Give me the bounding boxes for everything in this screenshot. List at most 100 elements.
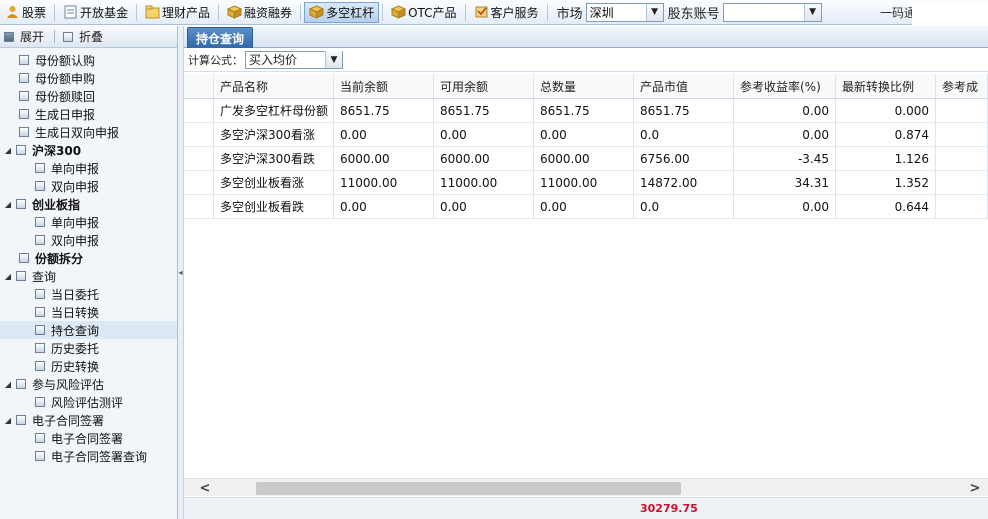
main-content: 持仓查询 计算公式： 买入均价 ▼ 产品名称 当前余额 可用余额 总数量 产品市… (184, 26, 988, 519)
column-header[interactable]: 总数量 (534, 74, 634, 98)
tree-item[interactable]: 生成日双向申报 (0, 123, 177, 141)
column-header[interactable]: 当前余额 (334, 74, 434, 98)
formula-value: 买入均价 (249, 53, 298, 67)
triangle-down-icon[interactable]: ◢ (3, 272, 13, 281)
table-row[interactable]: 多空沪深300看跌 6000.00 6000.00 6000.00 6756.0… (184, 147, 988, 171)
tree-item[interactable]: 双向申报 (0, 231, 177, 249)
triangle-down-icon[interactable]: ◢ (3, 416, 13, 425)
stock-button[interactable]: 股票 (0, 2, 51, 23)
tree-item[interactable]: 历史转换 (0, 357, 177, 375)
table-cell: 0.00 (334, 195, 434, 218)
chevron-down-icon[interactable]: ▼ (803, 3, 821, 21)
horizontal-scrollbar[interactable]: < > (184, 478, 988, 496)
triangle-down-icon[interactable]: ◢ (3, 146, 13, 155)
header-divider (54, 30, 56, 43)
column-header[interactable]: 参考成 (936, 74, 988, 98)
column-header[interactable]: 参考收益率(%) (734, 74, 836, 98)
table-row[interactable]: 广发多空杠杆母份额 8651.75 8651.75 8651.75 8651.7… (184, 99, 988, 123)
column-header[interactable] (184, 74, 214, 98)
tree-item[interactable]: 份额拆分 (0, 249, 177, 267)
tree-item[interactable]: 电子合同签署 (0, 429, 177, 447)
tree-header: 展开 折叠 (0, 26, 177, 48)
node-icon (16, 415, 26, 425)
tree-item[interactable]: 母份额申购 (0, 69, 177, 87)
tree-group-hs300[interactable]: ◢ 沪深300 (0, 141, 177, 159)
tree-group-query[interactable]: ◢ 查询 (0, 267, 177, 285)
tree-item[interactable]: 双向申报 (0, 177, 177, 195)
tree-item[interactable]: 单向申报 (0, 159, 177, 177)
column-header[interactable]: 产品市值 (634, 74, 734, 98)
tree-group-contract[interactable]: ◢ 电子合同签署 (0, 411, 177, 429)
table-cell (936, 171, 988, 194)
table-cell: 6000.00 (334, 147, 434, 170)
tree-item[interactable]: 生成日申报 (0, 105, 177, 123)
tree-item[interactable]: 历史委托 (0, 339, 177, 357)
toolbar-divider (382, 3, 384, 21)
table-cell: 0.00 (534, 195, 634, 218)
table-cell: 11000.00 (334, 171, 434, 194)
tree-item[interactable]: 母份额赎回 (0, 87, 177, 105)
node-icon (19, 55, 29, 65)
tree-item[interactable]: 风险评估测评 (0, 393, 177, 411)
column-header[interactable]: 可用余额 (434, 74, 534, 98)
table-cell: 0.00 (434, 195, 534, 218)
tree-item-selected[interactable]: 持仓查询 (0, 321, 177, 339)
table-cell (936, 195, 988, 218)
tree-item[interactable]: 电子合同签署查询 (0, 447, 177, 465)
tree-group-chinext[interactable]: ◢ 创业板指 (0, 195, 177, 213)
tree-item[interactable]: 单向申报 (0, 213, 177, 231)
leverage-button[interactable]: 多空杠杆 (304, 1, 380, 23)
customer-service-button[interactable]: 客户服务 (469, 2, 544, 23)
scroll-right-icon[interactable]: > (966, 479, 984, 497)
toolbar-divider (546, 3, 548, 21)
table-cell: 0.00 (734, 99, 836, 122)
margin-trading-button[interactable]: 融资融券 (222, 2, 297, 23)
node-icon (35, 361, 45, 371)
table-cell: 0.000 (836, 99, 936, 122)
chevron-down-icon[interactable]: ▼ (645, 3, 663, 21)
table-cell: 多空沪深300看涨 (214, 123, 334, 146)
account-select[interactable]: ▼ (722, 2, 822, 22)
market-label: 市场 (556, 6, 583, 22)
tree-item[interactable]: 当日转换 (0, 303, 177, 321)
node-icon (35, 217, 45, 227)
tree-item[interactable]: 当日委托 (0, 285, 177, 303)
scroll-left-icon[interactable]: < (196, 479, 214, 497)
account-label: 股东账号 (667, 6, 720, 22)
tree-group-risk[interactable]: ◢ 参与风险评估 (0, 375, 177, 393)
table-row[interactable]: 多空沪深300看涨 0.00 0.00 0.00 0.0 0.00 0.874 (184, 123, 988, 147)
market-select[interactable]: 深圳 ▼ (585, 2, 664, 22)
table-cell: 0.874 (836, 123, 936, 146)
table-cell (184, 147, 214, 170)
table-cell (184, 171, 214, 194)
column-header[interactable]: 产品名称 (214, 74, 334, 98)
open-fund-button[interactable]: 开放基金 (58, 2, 133, 23)
table-cell: 多空创业板看跌 (214, 195, 334, 218)
node-icon (16, 271, 26, 281)
table-cell: 1.352 (836, 171, 936, 194)
scrollbar-thumb[interactable] (256, 482, 681, 495)
node-icon (19, 253, 29, 263)
table-cell: 0.00 (434, 123, 534, 146)
yima-input[interactable] (912, 2, 988, 26)
chevron-down-icon[interactable]: ▼ (325, 51, 342, 68)
column-header[interactable]: 最新转换比例 (836, 74, 936, 98)
wealth-product-button[interactable]: 理财产品 (140, 2, 215, 23)
otc-product-button[interactable]: OTC产品 (386, 2, 461, 23)
triangle-down-icon[interactable]: ◢ (3, 380, 13, 389)
node-icon (16, 379, 26, 389)
node-icon (35, 163, 45, 173)
collapse-arrow-icon[interactable]: ◂ (178, 268, 182, 277)
tree-item[interactable]: 母份额认购 (0, 51, 177, 69)
expand-all-button[interactable]: 展开 (4, 28, 44, 45)
table-cell: 8651.75 (434, 99, 534, 122)
table-row[interactable]: 多空创业板看涨 11000.00 11000.00 11000.00 14872… (184, 171, 988, 195)
table-cell: 6756.00 (634, 147, 734, 170)
collapse-all-button[interactable]: 折叠 (63, 28, 103, 45)
table-row[interactable]: 多空创业板看跌 0.00 0.00 0.00 0.0 0.00 0.644 (184, 195, 988, 219)
tab-position-query[interactable]: 持仓查询 (187, 27, 254, 48)
node-icon (19, 73, 29, 83)
formula-select[interactable]: 买入均价 ▼ (245, 50, 343, 69)
triangle-down-icon[interactable]: ◢ (3, 200, 13, 209)
table-cell: 11000.00 (434, 171, 534, 194)
